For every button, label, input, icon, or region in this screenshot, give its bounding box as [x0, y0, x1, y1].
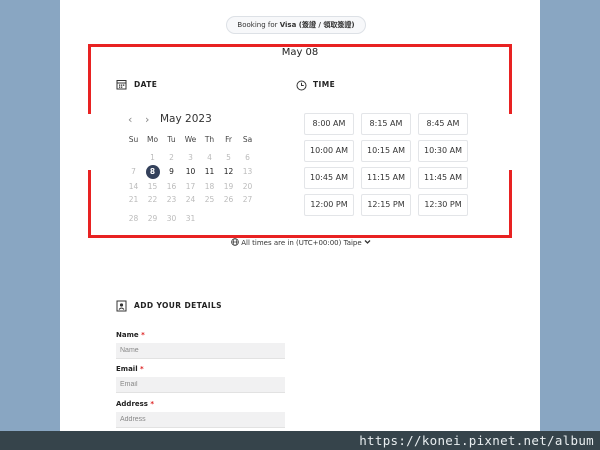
- calendar-day: 14: [128, 182, 139, 191]
- chevron-left-icon[interactable]: ‹: [128, 113, 132, 126]
- calendar-day: 28: [128, 214, 139, 223]
- calendar-day: 2: [169, 153, 174, 162]
- calendar-day: 13: [242, 167, 253, 176]
- email-input[interactable]: [116, 377, 285, 393]
- globe-icon: [231, 238, 239, 246]
- calendar-day: 15: [147, 182, 158, 191]
- date-section-title: DATE: [134, 80, 158, 89]
- calendar-month-label: May 2023: [160, 113, 212, 125]
- calendar-day: 26: [223, 195, 234, 204]
- email-label: Email *: [116, 365, 144, 373]
- annotation-box-right-lower: [509, 170, 512, 238]
- calendar-day: 19: [223, 182, 234, 191]
- booking-service-name: Visa (簽證 / 領取簽證): [279, 21, 355, 29]
- calendar-day: 1: [150, 153, 155, 162]
- time-slot-button[interactable]: 8:15 AM: [361, 113, 411, 135]
- weekday-label: Fr: [225, 135, 232, 144]
- contact-card-icon: [116, 300, 127, 312]
- selected-date-title: May 08: [281, 47, 319, 58]
- timezone-selector[interactable]: All times are in (UTC+00:00) Taipe: [231, 238, 371, 247]
- calendar-day: 25: [204, 195, 215, 204]
- calendar-day: 23: [166, 195, 177, 204]
- name-label: Name *: [116, 331, 145, 339]
- calendar-day[interactable]: 10: [181, 165, 200, 178]
- time-slot-button[interactable]: 8:45 AM: [418, 113, 468, 135]
- annotation-box-top: [88, 44, 512, 47]
- annotation-box-left-lower: [88, 170, 91, 238]
- calendar-day: 16: [166, 182, 177, 191]
- calendar-day: 3: [188, 153, 193, 162]
- calendar-day: 6: [245, 153, 250, 162]
- time-slot-button[interactable]: 10:45 AM: [304, 167, 354, 189]
- watermark-url: https://konei.pixnet.net/album: [359, 433, 594, 448]
- calendar-day[interactable]: 12: [219, 165, 238, 178]
- time-slot-button[interactable]: 12:30 PM: [418, 194, 468, 216]
- email-label-text: Email: [116, 365, 138, 373]
- time-slot-button[interactable]: 10:30 AM: [418, 140, 468, 162]
- address-label: Address *: [116, 400, 154, 408]
- calendar-day: 24: [185, 195, 196, 204]
- time-slot-button[interactable]: 11:45 AM: [418, 167, 468, 189]
- required-asterisk: *: [150, 400, 155, 408]
- timezone-text: All times are in (UTC+00:00) Taipe: [241, 239, 362, 247]
- weekday-label: Tu: [167, 135, 176, 144]
- chevron-down-icon: [364, 240, 371, 244]
- time-slot-button[interactable]: 10:15 AM: [361, 140, 411, 162]
- time-slot-button[interactable]: 12:00 PM: [304, 194, 354, 216]
- calendar-day: 22: [147, 195, 158, 204]
- clock-icon: [296, 80, 307, 91]
- address-input[interactable]: [116, 412, 285, 428]
- name-input[interactable]: [116, 343, 285, 359]
- annotation-box-right-upper: [509, 44, 512, 114]
- required-asterisk: *: [141, 331, 145, 339]
- chevron-right-icon[interactable]: ›: [145, 113, 149, 126]
- weekday-label: Sa: [242, 135, 253, 144]
- calendar-day: 17: [185, 182, 196, 191]
- calendar-day: 5: [226, 153, 231, 162]
- time-section-title: TIME: [313, 80, 336, 89]
- calendar-day[interactable]: 11: [200, 165, 219, 178]
- details-section-title: ADD YOUR DETAILS: [134, 301, 222, 310]
- time-slot-button[interactable]: 11:15 AM: [361, 167, 411, 189]
- footer-bar: https://konei.pixnet.net/album: [0, 431, 600, 450]
- time-slot-button[interactable]: 8:00 AM: [304, 113, 354, 135]
- calendar-day[interactable]: 9: [162, 165, 181, 178]
- calendar-day: 18: [204, 182, 215, 191]
- time-slot-button[interactable]: 10:00 AM: [304, 140, 354, 162]
- calendar-day: 27: [242, 195, 253, 204]
- calendar-day: 29: [147, 214, 158, 223]
- calendar-day-selected[interactable]: 8: [145, 164, 160, 179]
- annotation-box-left-upper: [88, 44, 91, 114]
- calendar-day: 21: [128, 195, 139, 204]
- calendar-day: 20: [242, 182, 253, 191]
- booking-service-pill: Booking for Visa (簽證 / 領取簽證): [226, 16, 366, 34]
- weekday-label: Th: [204, 135, 215, 144]
- booking-prefix: Booking for: [237, 21, 280, 29]
- weekday-label: We: [184, 135, 197, 144]
- required-asterisk: *: [140, 365, 144, 373]
- weekday-label: Su: [128, 135, 139, 144]
- calendar-day: 7: [131, 167, 136, 176]
- time-slot-button[interactable]: 12:15 PM: [361, 194, 411, 216]
- weekday-label: Mo: [146, 135, 159, 144]
- name-label-text: Name: [116, 331, 139, 339]
- calendar-day: 4: [207, 153, 212, 162]
- calendar-icon: [116, 80, 127, 90]
- calendar-day: 30: [166, 214, 177, 223]
- calendar-day: 31: [185, 214, 196, 223]
- address-label-text: Address: [116, 400, 148, 408]
